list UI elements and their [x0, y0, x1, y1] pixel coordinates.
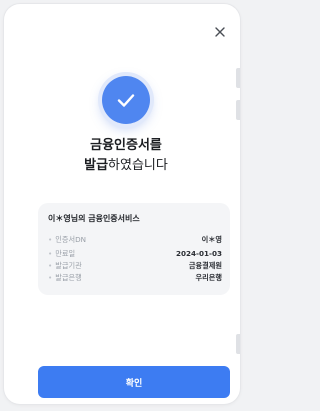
- info-key: 만료일: [48, 249, 75, 259]
- check-circle-icon: [102, 76, 150, 124]
- frame-edge-mark: [236, 100, 240, 120]
- issue-complete-dialog: 금융인증서를 발급하였습니다 이＊영님의 금융인증서비스 인증서DN 이＊영 만…: [10, 10, 230, 403]
- dialog-title: 금융인증서를 발급하였습니다: [10, 136, 242, 176]
- info-value: 이＊영: [201, 235, 222, 244]
- checkmark-icon: [117, 94, 135, 107]
- info-row-bank: 발급은행 우리은행: [48, 273, 222, 285]
- info-key: 발급기관: [48, 261, 81, 271]
- close-button[interactable]: [212, 24, 228, 40]
- title-line-2: 발급하였습니다: [10, 156, 242, 176]
- confirm-button[interactable]: 확인: [38, 366, 230, 398]
- info-row-issuer: 발급기관 금융결제원: [48, 261, 222, 273]
- info-row-dn: 인증서DN 이＊영: [48, 235, 222, 247]
- info-value: 우리은행: [195, 273, 222, 282]
- info-row-expiry: 만료일 2024-01-03: [48, 249, 222, 261]
- info-key: 인증서DN: [48, 235, 86, 245]
- title-rest-part: 하였습니다: [108, 158, 168, 173]
- info-value: 2024-01-03: [176, 249, 222, 258]
- title-bold-part: 발급: [84, 158, 109, 173]
- title-line-1: 금융인증서를: [90, 138, 162, 153]
- info-value: 금융결제원: [188, 261, 222, 270]
- certificate-info-card: 이＊영님의 금융인증서비스 인증서DN 이＊영 만료일 2024-01-03 발…: [38, 203, 230, 295]
- close-icon: [215, 27, 225, 37]
- frame-edge-mark: [236, 68, 240, 88]
- certificate-heading: 이＊영님의 금융인증서비스: [48, 214, 140, 223]
- info-key: 발급은행: [48, 273, 81, 283]
- frame-edge-mark: [236, 334, 240, 354]
